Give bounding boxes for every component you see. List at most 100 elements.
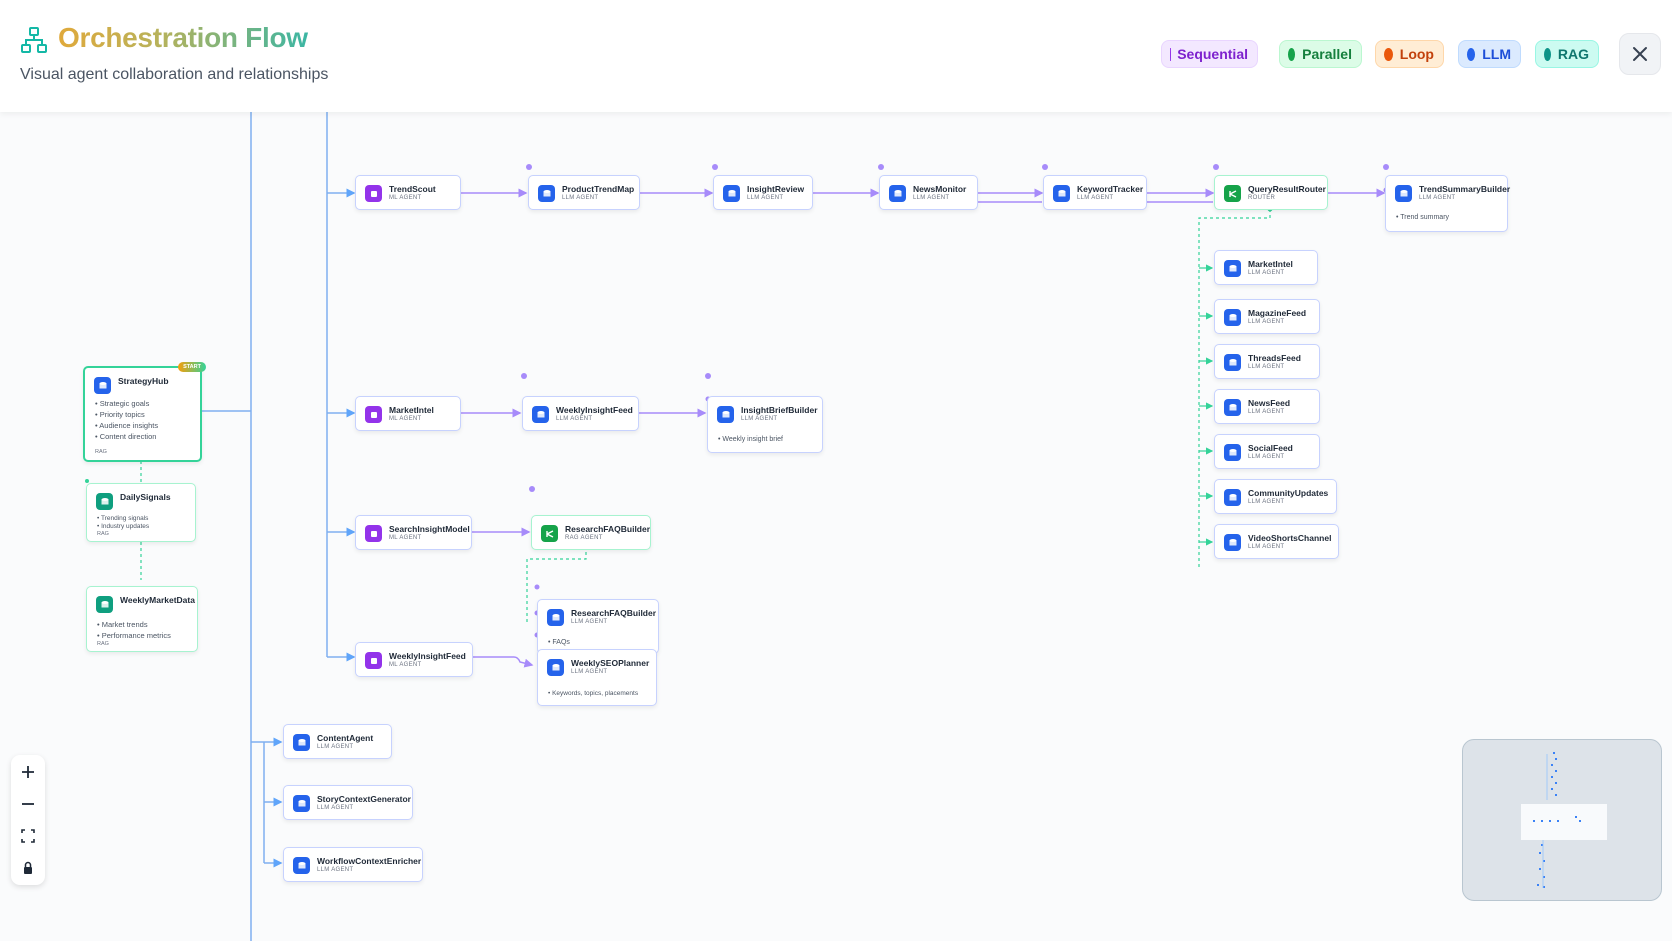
node-researchfaqbuilder-rag[interactable]: ResearchFAQBuilder RAG AGENT: [531, 515, 651, 550]
node-type: LLM AGENT: [317, 805, 354, 811]
close-button[interactable]: [1619, 33, 1661, 75]
node-newsfeed[interactable]: NewsFeed LLM AGENT: [1214, 389, 1320, 424]
node-searchinsightmodel[interactable]: SearchInsightModel ML AGENT: [355, 515, 472, 550]
legend-rag: RAG: [1535, 40, 1599, 68]
database-icon: [96, 596, 113, 613]
node-title: NewsMonitor: [913, 184, 967, 194]
node-title: InsightBriefBuilder: [741, 405, 818, 415]
node-title: KeywordTracker: [1077, 184, 1144, 194]
database-icon: [96, 493, 113, 510]
node-queryresultrouter[interactable]: QueryResultRouter ROUTER: [1214, 175, 1328, 210]
legend-label: LLM: [1482, 46, 1511, 62]
node-marketintel-ml[interactable]: MarketIntel ML AGENT: [355, 396, 461, 431]
node-bullets: • Strategic goals • Priority topics • Au…: [95, 399, 159, 441]
start-badge: START: [178, 362, 206, 372]
database-icon: [293, 795, 310, 812]
node-socialfeed[interactable]: SocialFeed LLM AGENT: [1214, 434, 1320, 469]
node-weeklyinsightfeed-ml[interactable]: WeeklyInsightFeed ML AGENT: [355, 642, 473, 677]
node-trendsummarybuilder[interactable]: TrendSummaryBuilder LLM AGENT • Trend su…: [1385, 175, 1511, 232]
bullet: Strategic goals: [99, 399, 150, 408]
bullet: Keywords, topics, placements: [552, 690, 639, 697]
node-title: SearchInsightModel: [389, 524, 470, 534]
node-tag: RAG: [97, 641, 109, 647]
node-storycontextgenerator[interactable]: StoryContextGenerator LLM AGENT: [283, 785, 413, 820]
node-communityupdates[interactable]: CommunityUpdates LLM AGENT: [1214, 479, 1337, 514]
bullet: Weekly insight brief: [722, 436, 783, 443]
node-type: RAG AGENT: [565, 535, 603, 541]
database-icon: [1224, 309, 1241, 326]
close-icon: [1633, 47, 1647, 61]
node-type: LLM AGENT: [1248, 454, 1285, 460]
database-icon: [293, 734, 310, 751]
edge-layer: [85, 112, 1389, 941]
node-weeklyseoplanner[interactable]: WeeklySEOPlanner LLM AGENT • Keywords, t…: [537, 649, 657, 706]
rag-dot-icon: [1544, 47, 1551, 61]
minimap[interactable]: [1462, 739, 1662, 901]
node-type: LLM AGENT: [1419, 195, 1456, 201]
database-icon: [1224, 489, 1241, 506]
node-producttrendmap[interactable]: ProductTrendMap LLM AGENT: [528, 175, 640, 210]
legend-sequential: Sequential: [1161, 40, 1258, 68]
legend-label: Loop: [1399, 46, 1434, 62]
ml-icon: [365, 406, 382, 423]
node-keywordtracker[interactable]: KeywordTracker LLM AGENT: [1043, 175, 1147, 210]
database-icon: [94, 377, 111, 394]
node-trendscout[interactable]: TrendScout ML AGENT: [355, 175, 461, 210]
lock-icon: [24, 861, 32, 874]
node-title: ThreadsFeed: [1248, 353, 1301, 363]
zoom-controls: [11, 755, 45, 885]
node-bullets: • Keywords, topics, placements: [548, 690, 639, 697]
node-title: CommunityUpdates: [1248, 488, 1329, 498]
legend-label: Sequential: [1177, 46, 1248, 62]
bullet: Industry updates: [101, 523, 150, 530]
node-title: SocialFeed: [1248, 443, 1293, 453]
database-icon: [1224, 354, 1241, 371]
node-title: MagazineFeed: [1248, 308, 1307, 318]
node-bullets: • Trend summary: [1396, 214, 1450, 221]
loop-dot-icon: [1384, 47, 1393, 61]
node-videoshortschannel[interactable]: VideoShortsChannel LLM AGENT: [1214, 524, 1339, 559]
node-weeklyinsightfeed-llm[interactable]: WeeklyInsightFeed LLM AGENT: [522, 396, 639, 431]
legend-label: Parallel: [1302, 46, 1352, 62]
zoom-in-button[interactable]: [11, 757, 45, 787]
fit-view-button[interactable]: [11, 821, 45, 851]
node-magazinefeed[interactable]: MagazineFeed LLM AGENT: [1214, 299, 1320, 334]
zoom-out-button[interactable]: [11, 789, 45, 819]
node-workflowcontextenricher[interactable]: WorkflowContextEnricher LLM AGENT: [283, 847, 423, 882]
node-title: WeeklyMarketData: [120, 595, 195, 605]
router-icon: [541, 525, 558, 542]
node-title: WeeklyInsightFeed: [556, 405, 633, 415]
database-icon: [532, 406, 549, 423]
node-strategyhub[interactable]: StrategyHub START • Strategic goals • Pr…: [83, 362, 206, 462]
node-dailysignals[interactable]: DailySignals • Trending signals • Indust…: [86, 483, 196, 542]
node-title: WorkflowContextEnricher: [317, 856, 422, 866]
node-title: TrendSummaryBuilder: [1419, 184, 1511, 194]
node-contentagent[interactable]: ContentAgent LLM AGENT: [283, 724, 392, 759]
node-insightbriefbuilder[interactable]: InsightBriefBuilder LLM AGENT • Weekly i…: [707, 396, 823, 453]
node-bullets: • Market trends • Performance metrics: [97, 620, 171, 640]
node-title: VideoShortsChannel: [1248, 533, 1332, 543]
legend-llm: LLM: [1458, 40, 1521, 68]
legend-label: RAG: [1557, 46, 1589, 62]
legend-loop: Loop: [1375, 40, 1444, 68]
header-bar: Orchestration Flow Visual agent collabor…: [0, 0, 1672, 112]
node-insightreview[interactable]: InsightReview LLM AGENT: [713, 175, 813, 210]
node-title: ResearchFAQBuilder: [565, 524, 651, 534]
llm-dot-icon: [1467, 47, 1476, 61]
bullet: Trending signals: [100, 515, 149, 522]
node-title: WeeklyInsightFeed: [389, 651, 466, 661]
flow-canvas[interactable]: StrategyHub START • Strategic goals • Pr…: [0, 112, 1672, 941]
fit-view-icon: [21, 829, 35, 843]
database-icon: [723, 185, 740, 202]
ml-icon: [365, 525, 382, 542]
node-marketintel-llm[interactable]: MarketIntel LLM AGENT: [1214, 250, 1318, 285]
node-researchfaqbuilder-llm[interactable]: ResearchFAQBuilder LLM AGENT • FAQs: [537, 599, 659, 654]
node-threadsfeed[interactable]: ThreadsFeed LLM AGENT: [1214, 344, 1320, 379]
database-icon: [1224, 399, 1241, 416]
node-title: TrendScout: [389, 184, 436, 194]
node-newsmonitor[interactable]: NewsMonitor LLM AGENT: [879, 175, 978, 210]
database-icon: [1395, 185, 1412, 202]
lock-button[interactable]: [11, 853, 45, 883]
database-icon: [1224, 444, 1241, 461]
node-weeklymarketdata[interactable]: WeeklyMarketData • Market trends • Perfo…: [86, 586, 198, 652]
